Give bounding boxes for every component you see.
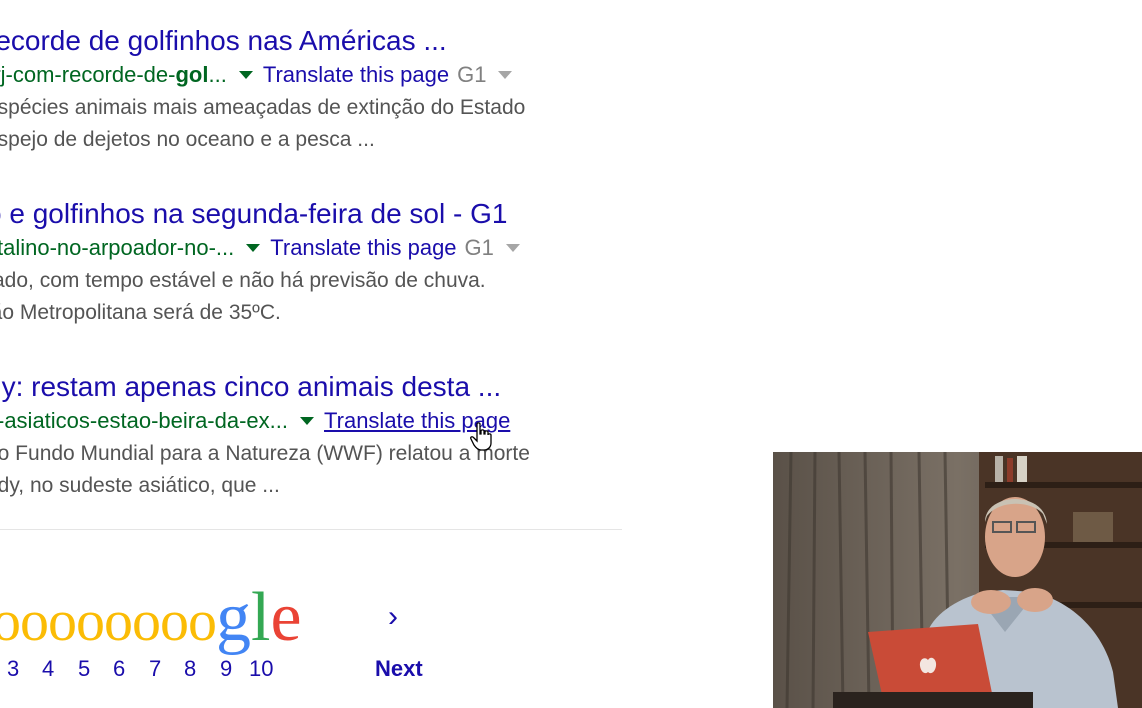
page-link[interactable]: 9	[220, 656, 232, 682]
page-link[interactable]: 5	[78, 656, 90, 682]
result-url[interactable]: stalino-no-arpoador-no-...	[0, 233, 234, 263]
triangle-down-icon[interactable]	[300, 417, 315, 425]
triangle-down-icon[interactable]	[238, 71, 253, 79]
triangle-down-icon[interactable]	[505, 244, 520, 252]
next-page-link[interactable]: Next	[375, 656, 423, 682]
page-link[interactable]: 6	[113, 656, 125, 682]
result-title-link[interactable]: recorde de golfinhos nas Américas ...	[0, 24, 626, 58]
result-url-line: -rj-com-recorde-de-gol... Translate this…	[0, 60, 626, 90]
result-snippet-line: espejo de dejetos no oceano e a pesca ..…	[0, 128, 375, 151]
page-link[interactable]: 3	[7, 656, 19, 682]
logo-letter: o	[104, 588, 133, 653]
translate-link[interactable]: Translate this page	[263, 60, 449, 90]
page-link[interactable]: 8	[184, 656, 196, 682]
triangle-down-icon[interactable]	[246, 244, 261, 252]
result-url-line: s-asiaticos-estao-beira-da-ex... Transla…	[0, 406, 626, 436]
logo-letter: o	[0, 588, 21, 653]
logo-letter: o	[20, 588, 49, 653]
divider	[0, 529, 622, 530]
result-title-link[interactable]: o e golfinhos na segunda-feira de sol - …	[0, 197, 626, 231]
page-link[interactable]: 10	[249, 656, 273, 682]
result-site: G1	[457, 62, 487, 87]
result-url[interactable]: -rj-com-recorde-de-gol...	[0, 60, 227, 90]
result-url-line: stalino-no-arpoador-no-... Translate thi…	[0, 233, 626, 263]
result-snippet-line: espécies animais mais ameaçadas de extin…	[0, 96, 526, 119]
logo-letter: e	[270, 579, 302, 656]
triangle-down-icon[interactable]	[498, 71, 513, 79]
hand-pointer-icon	[470, 422, 492, 451]
logo-letter: o	[160, 588, 189, 653]
logo-letter: o	[48, 588, 77, 653]
logo-letter: o	[132, 588, 161, 653]
search-result: o e golfinhos na segunda-feira de sol - …	[0, 197, 626, 329]
result-site: G1	[464, 235, 494, 260]
result-snippet-line: , o Fundo Mundial para a Natureza (WWF) …	[0, 442, 530, 465]
page-link[interactable]: 4	[42, 656, 54, 682]
logo-letter: l	[251, 579, 271, 656]
logo-letter: g	[216, 579, 251, 656]
search-result: recorde de golfinhos nas Américas ... -r…	[0, 24, 626, 156]
logo-letter: o	[76, 588, 105, 653]
result-snippet-line: rado, com tempo estável e não há previsã…	[0, 269, 486, 292]
search-result: dy: restam apenas cinco animais desta ..…	[0, 370, 626, 502]
result-title-link[interactable]: dy: restam apenas cinco animais desta ..…	[0, 370, 626, 404]
presenter-video	[773, 452, 1142, 708]
result-snippet-line: ddy, no sudeste asiático, que ...	[0, 474, 280, 497]
presenter-video-frame	[773, 452, 1142, 708]
page-link[interactable]: 7	[149, 656, 161, 682]
chevron-right-icon[interactable]: ›	[388, 600, 398, 634]
result-snippet-line: ião Metropolitana será de 35ºC.	[0, 301, 281, 324]
logo-letter: o	[188, 588, 217, 653]
translate-link[interactable]: Translate this page	[270, 233, 456, 263]
result-url[interactable]: s-asiaticos-estao-beira-da-ex...	[0, 406, 288, 436]
pagination-logo: oooooooogle	[0, 578, 302, 658]
